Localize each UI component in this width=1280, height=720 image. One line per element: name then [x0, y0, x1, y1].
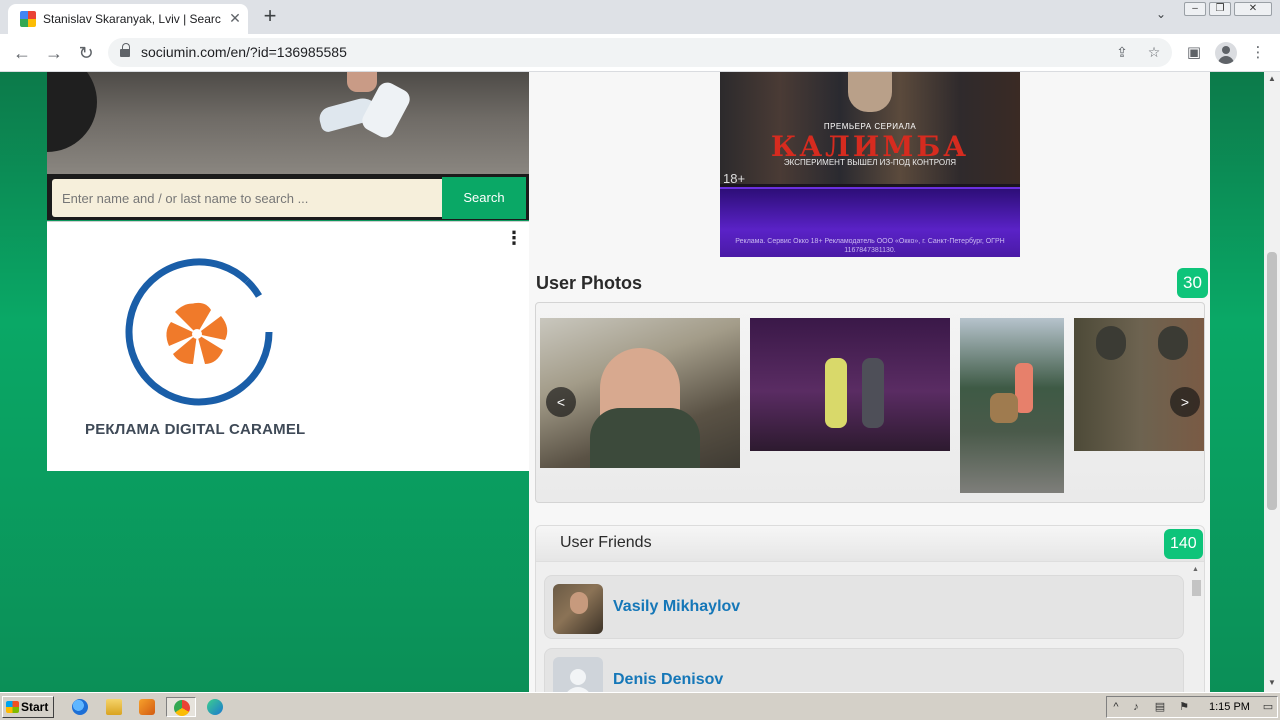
- back-arrow-icon[interactable]: ←: [10, 41, 34, 65]
- start-label: Start: [21, 700, 49, 714]
- file-explorer-icon[interactable]: [102, 697, 126, 717]
- friend-name-link[interactable]: Vasily Mikhaylov: [613, 598, 740, 616]
- windows-logo-icon: [6, 701, 19, 713]
- tab-search-chevron-icon[interactable]: ⌄: [1150, 7, 1172, 27]
- reload-icon[interactable]: ↻: [74, 41, 98, 65]
- page-viewport: Search ⋮ РЕКЛАМА DIGITAL CARAMEL ПРЕМЬЕР…: [0, 72, 1264, 692]
- windows-taskbar: Start ^ ♪ ▤ ⚑ 1:15 PM ▭: [0, 692, 1280, 720]
- profile-avatar-icon[interactable]: [1215, 42, 1237, 64]
- side-panel-icon[interactable]: ▣: [1183, 42, 1205, 64]
- user-photo[interactable]: [750, 318, 950, 451]
- ad-block[interactable]: ⋮ РЕКЛАМА DIGITAL CARAMEL: [47, 221, 529, 471]
- scrollbar-thumb[interactable]: [1267, 252, 1277, 510]
- scroll-up-arrow-icon[interactable]: ▲: [1192, 566, 1199, 573]
- internet-explorer-icon[interactable]: [68, 697, 92, 717]
- default-user-avatar-icon[interactable]: [553, 657, 603, 692]
- minimize-button[interactable]: –: [1184, 2, 1206, 16]
- address-bar[interactable]: sociumin.com/en/?id=136985585 ⇪ ☆: [108, 38, 1172, 67]
- action-center-flag-icon[interactable]: ⚑: [1177, 700, 1191, 714]
- content-panel: ПРЕМЬЕРА СЕРИАЛА КАЛИМБА ЭКСПЕРИМЕНТ ВЫШ…: [529, 72, 1210, 692]
- photos-count-badge: 30: [1177, 268, 1208, 298]
- anyrun-watermark: ANY RUN: [1038, 684, 1236, 692]
- page-scrollbar[interactable]: ▲ ▼: [1264, 72, 1280, 692]
- carousel-next-button[interactable]: >: [1170, 387, 1200, 417]
- scroll-down-arrow-icon[interactable]: ▼: [1268, 678, 1276, 687]
- browser-toolbar: ← → ↻ sociumin.com/en/?id=136985585 ⇪ ☆ …: [0, 34, 1280, 72]
- search-button[interactable]: Search: [442, 177, 526, 219]
- friend-avatar[interactable]: [553, 584, 603, 634]
- bookmark-star-icon[interactable]: ☆: [1144, 42, 1164, 62]
- lock-icon: [120, 43, 130, 58]
- new-tab-button[interactable]: +: [258, 5, 282, 29]
- friends-scrollbar[interactable]: ▲: [1190, 566, 1202, 692]
- user-friends-panel: User Friends 140 Vasily Mikhaylov Denis …: [535, 525, 1205, 692]
- advertisement-banner[interactable]: ПРЕМЬЕРА СЕРИАЛА КАЛИМБА ЭКСПЕРИМЕНТ ВЫШ…: [720, 72, 1020, 257]
- ad-text: РЕКЛАМА DIGITAL CARAMEL: [85, 421, 306, 438]
- volume-icon[interactable]: ♪: [1129, 700, 1143, 714]
- restore-button[interactable]: ❐: [1209, 2, 1231, 16]
- friend-name-link[interactable]: Denis Denisov: [613, 671, 723, 689]
- friend-list-item[interactable]: Vasily Mikhaylov: [544, 575, 1184, 639]
- start-button[interactable]: Start: [2, 696, 54, 718]
- friends-header: User Friends 140: [536, 526, 1204, 562]
- network-icon[interactable]: ▤: [1153, 700, 1167, 714]
- edge-icon[interactable]: [203, 697, 227, 717]
- digital-caramel-logo-icon: [125, 258, 273, 406]
- banner-subtitle: ЭКСПЕРИМЕНТ ВЫШЕЛ ИЗ-ПОД КОНТРОЛЯ: [783, 158, 957, 167]
- show-desktop-icon[interactable]: ▭: [1261, 700, 1275, 714]
- browser-menu-icon[interactable]: ⋮: [1247, 42, 1269, 64]
- user-photo[interactable]: [960, 318, 1064, 493]
- search-input[interactable]: [52, 179, 442, 217]
- chrome-taskbar-icon[interactable]: [166, 697, 196, 717]
- user-photos-title: User Photos: [536, 273, 643, 293]
- tray-expand-icon[interactable]: ^: [1109, 700, 1123, 714]
- carousel-prev-button[interactable]: <: [546, 387, 576, 417]
- site-favicon-icon: [20, 11, 36, 27]
- ad-options-icon[interactable]: ⋮: [505, 228, 523, 248]
- taskbar-clock[interactable]: 1:15 PM: [1209, 701, 1250, 713]
- browser-tab-strip: Stanislav Skaranyak, Lviv | Search In ✕ …: [0, 0, 1280, 34]
- friends-scroll-thumb[interactable]: [1192, 580, 1201, 596]
- hero-image: [47, 72, 529, 174]
- tab-title: Stanislav Skaranyak, Lviv | Search In: [43, 12, 221, 26]
- photos-carousel: < >: [535, 302, 1205, 503]
- close-window-button[interactable]: ✕: [1234, 2, 1272, 16]
- tab-close-icon[interactable]: ✕: [226, 9, 244, 27]
- search-bar: Search: [47, 174, 529, 220]
- forward-arrow-icon[interactable]: →: [42, 41, 66, 65]
- banner-legal-text: Реклама. Сервис Окко 18+ Рекламодатель О…: [735, 238, 1005, 254]
- user-friends-title: User Friends: [560, 534, 652, 551]
- browser-tab[interactable]: Stanislav Skaranyak, Lviv | Search In ✕: [8, 4, 248, 34]
- user-photo[interactable]: [1074, 318, 1204, 451]
- system-tray: ^ ♪ ▤ ⚑ 1:15 PM ▭: [1106, 696, 1278, 718]
- banner-age-rating: 18+: [723, 171, 746, 186]
- share-icon[interactable]: ⇪: [1112, 42, 1132, 62]
- scroll-up-arrow-icon[interactable]: ▲: [1268, 74, 1276, 83]
- media-player-icon[interactable]: [135, 697, 159, 717]
- url-text: sociumin.com/en/?id=136985585: [141, 44, 347, 60]
- friends-count-badge: 140: [1164, 529, 1203, 559]
